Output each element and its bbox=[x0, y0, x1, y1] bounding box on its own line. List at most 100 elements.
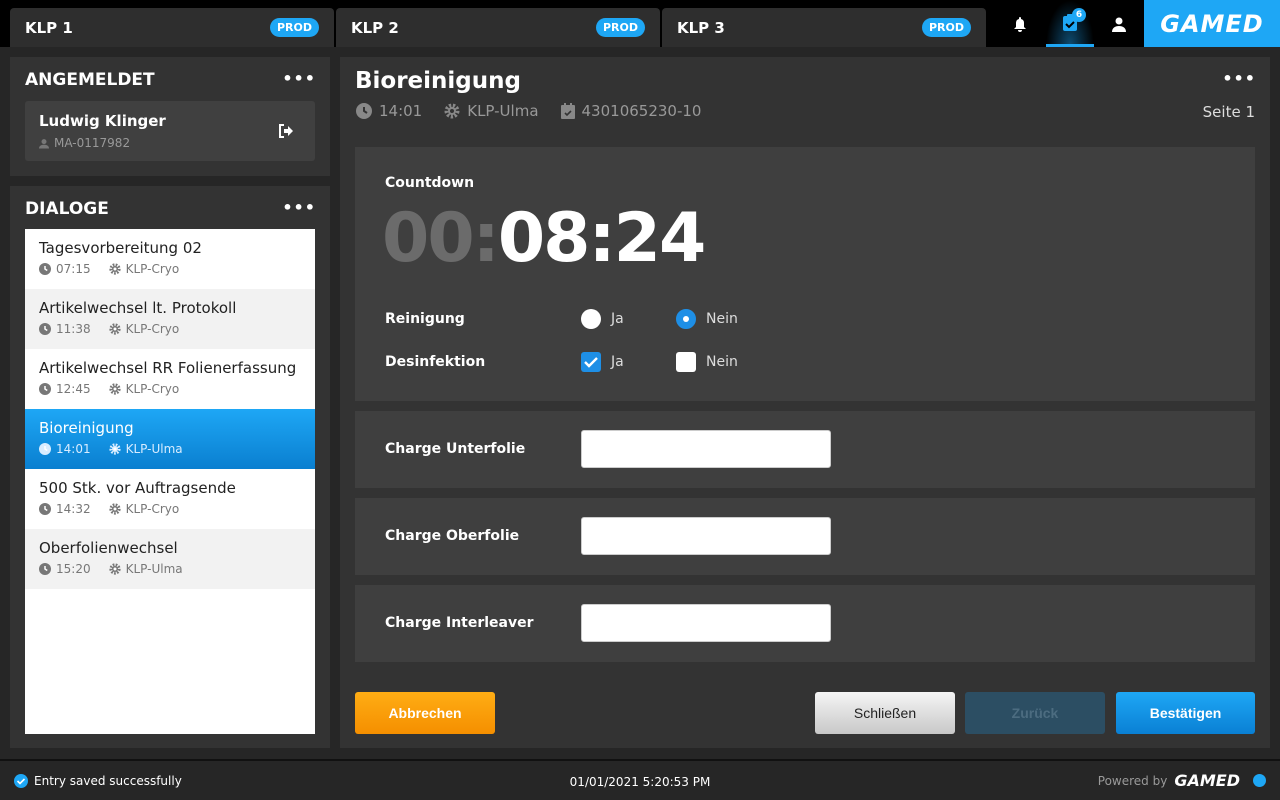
field-label: Charge Unterfolie bbox=[385, 441, 526, 457]
gear-icon bbox=[108, 383, 121, 395]
gamed-logo: GAMED bbox=[1174, 771, 1240, 790]
radio-checked-icon bbox=[676, 309, 696, 329]
clock-icon bbox=[39, 323, 51, 335]
tasks-button[interactable]: 6 bbox=[1046, 0, 1094, 47]
option-label: Nein bbox=[706, 354, 738, 370]
dialog-time: 12:45 bbox=[56, 382, 91, 396]
reinigung-yes-radio[interactable]: Ja bbox=[581, 309, 624, 329]
notifications-button[interactable] bbox=[996, 0, 1044, 47]
clock-icon bbox=[39, 503, 51, 515]
dialog-machine: KLP-Ulma bbox=[125, 562, 183, 576]
countdown-label: Countdown bbox=[385, 175, 475, 191]
status-bar: Entry saved successfully 01/01/2021 5:20… bbox=[0, 759, 1280, 800]
gear-icon bbox=[108, 503, 121, 515]
tab-klp-3[interactable]: KLP 3 PROD bbox=[662, 8, 986, 47]
close-button[interactable]: Schließen bbox=[815, 692, 955, 734]
gear-icon bbox=[108, 323, 121, 335]
dialog-title: Oberfolienwechsel bbox=[39, 539, 178, 557]
dialog-time: 07:15 bbox=[56, 262, 91, 276]
charge-oberfolie-input[interactable] bbox=[581, 517, 831, 555]
desinfektion-yes-checkbox[interactable]: Ja bbox=[581, 352, 624, 372]
clock-icon bbox=[39, 563, 51, 575]
desinfektion-no-checkbox[interactable]: Nein bbox=[676, 352, 738, 372]
cancel-button[interactable]: Abbrechen bbox=[355, 692, 495, 734]
gear-icon bbox=[108, 263, 121, 275]
option-label: Ja bbox=[611, 354, 624, 370]
charge-interleaver-input[interactable] bbox=[581, 604, 831, 642]
dialog-time: 15:20 bbox=[56, 562, 91, 576]
field-label: Charge Interleaver bbox=[385, 615, 534, 631]
dialog-list-item[interactable]: Artikelwechsel RR Folienerfassung 12:45 KL… bbox=[25, 349, 315, 409]
task-count-badge: 6 bbox=[1072, 8, 1086, 22]
logged-in-panel: ANGEMELDET ••• Ludwig Klinger MA-0117982 bbox=[10, 57, 330, 176]
clock-icon bbox=[39, 443, 51, 455]
dialog-title: 500 Stk. vor Auftragsende bbox=[39, 479, 236, 497]
panel-title: DIALOGE bbox=[25, 199, 109, 219]
confirm-button[interactable]: Bestätigen bbox=[1116, 692, 1255, 734]
gear-icon bbox=[108, 563, 121, 575]
charge-oberfolie-row: Charge Oberfolie bbox=[355, 498, 1255, 575]
gear-icon bbox=[444, 103, 460, 119]
user-card: Ludwig Klinger MA-0117982 bbox=[25, 101, 315, 161]
clock-icon bbox=[39, 383, 51, 395]
more-button[interactable]: ••• bbox=[282, 198, 316, 217]
panel-title: ANGEMELDET bbox=[25, 70, 155, 90]
user-id: MA-0117982 bbox=[54, 136, 131, 150]
dialog-title: Tagesvorbereitung 02 bbox=[39, 239, 202, 257]
dialog-machine: KLP-Cryo bbox=[125, 262, 180, 276]
calendar-check-icon bbox=[560, 103, 575, 119]
user-button[interactable] bbox=[1095, 0, 1143, 47]
charge-unterfolie-input[interactable] bbox=[581, 430, 831, 468]
countdown-timer: 00:08:24 bbox=[382, 199, 706, 278]
dialog-list-item[interactable]: Tagesvorbereitung 02 07:15 KLP-Cryo bbox=[25, 229, 315, 289]
user-icon bbox=[39, 138, 49, 148]
dialog-machine: KLP-Ulma bbox=[125, 442, 183, 456]
clock-icon bbox=[39, 263, 51, 275]
checkbox-icon bbox=[676, 352, 696, 372]
gamed-logo: GAMED bbox=[1144, 0, 1280, 47]
sign-out-icon bbox=[279, 124, 293, 138]
dialog-title: Artikelwechsel RR Folienerfassung bbox=[39, 359, 297, 377]
field-label: Charge Oberfolie bbox=[385, 528, 520, 544]
tab-label: KLP 1 bbox=[25, 18, 73, 37]
dialog-list-item[interactable]: Bioreinigung 14:01 KLP-Ulma bbox=[25, 409, 315, 469]
back-button[interactable]: Zurück bbox=[965, 692, 1105, 734]
dialog-time: 14:01 bbox=[379, 102, 423, 120]
dialogs-panel: DIALOGE ••• Tagesvorbereitung 02 07:15 KLP… bbox=[10, 186, 330, 748]
dialog-list-item[interactable]: 500 Stk. vor Auftragsende 14:32 KLP-Cryo bbox=[25, 469, 315, 529]
charge-unterfolie-row: Charge Unterfolie bbox=[355, 411, 1255, 488]
dialog-time: 14:01 bbox=[56, 442, 91, 456]
current-datetime: 01/01/2021 5:20:53 PM bbox=[569, 775, 711, 789]
more-button[interactable]: ••• bbox=[282, 69, 316, 88]
dialog-machine: KLP-Cryo bbox=[125, 502, 180, 516]
reinigung-no-radio[interactable]: Nein bbox=[676, 309, 738, 329]
user-icon bbox=[1112, 17, 1126, 32]
tab-label: KLP 2 bbox=[351, 18, 399, 37]
tab-klp-2[interactable]: KLP 2 PROD bbox=[336, 8, 660, 47]
radio-icon bbox=[581, 309, 601, 329]
env-badge: PROD bbox=[595, 18, 645, 37]
dialog-list-item[interactable]: Oberfolienwechsel 15:20 KLP-Ulma bbox=[25, 529, 315, 589]
powered-by-label: Powered by bbox=[1097, 773, 1168, 788]
dialog-list-item[interactable]: Artikelwechsel lt. Protokoll 11:38 KLP-Cry… bbox=[25, 289, 315, 349]
tab-klp-1[interactable]: KLP 1 PROD bbox=[10, 8, 334, 47]
desinfektion-label: Desinfektion bbox=[385, 354, 486, 370]
connection-status-indicator bbox=[1253, 774, 1266, 787]
user-name: Ludwig Klinger bbox=[39, 112, 166, 130]
clock-icon bbox=[356, 103, 372, 119]
countdown-section: Countdown 00:08:24 Reinigung Ja Nein Des… bbox=[355, 147, 1255, 401]
charge-interleaver-row: Charge Interleaver bbox=[355, 585, 1255, 662]
dialog-machine: KLP-Cryo bbox=[125, 322, 180, 336]
option-label: Ja bbox=[611, 311, 624, 327]
tab-label: KLP 3 bbox=[677, 18, 725, 37]
checkbox-checked-icon bbox=[581, 352, 601, 372]
dialog-time: 14:32 bbox=[56, 502, 91, 516]
logout-button[interactable] bbox=[257, 101, 315, 161]
more-button[interactable]: ••• bbox=[1222, 69, 1256, 88]
dialog-title: Artikelwechsel lt. Protokoll bbox=[39, 299, 237, 317]
dialog-machine: KLP-Cryo bbox=[125, 382, 180, 396]
bell-icon bbox=[1014, 16, 1026, 32]
countdown-hours: 00: bbox=[382, 199, 500, 278]
gear-icon bbox=[108, 443, 121, 455]
dialog-machine: KLP-Ulma bbox=[467, 102, 539, 120]
